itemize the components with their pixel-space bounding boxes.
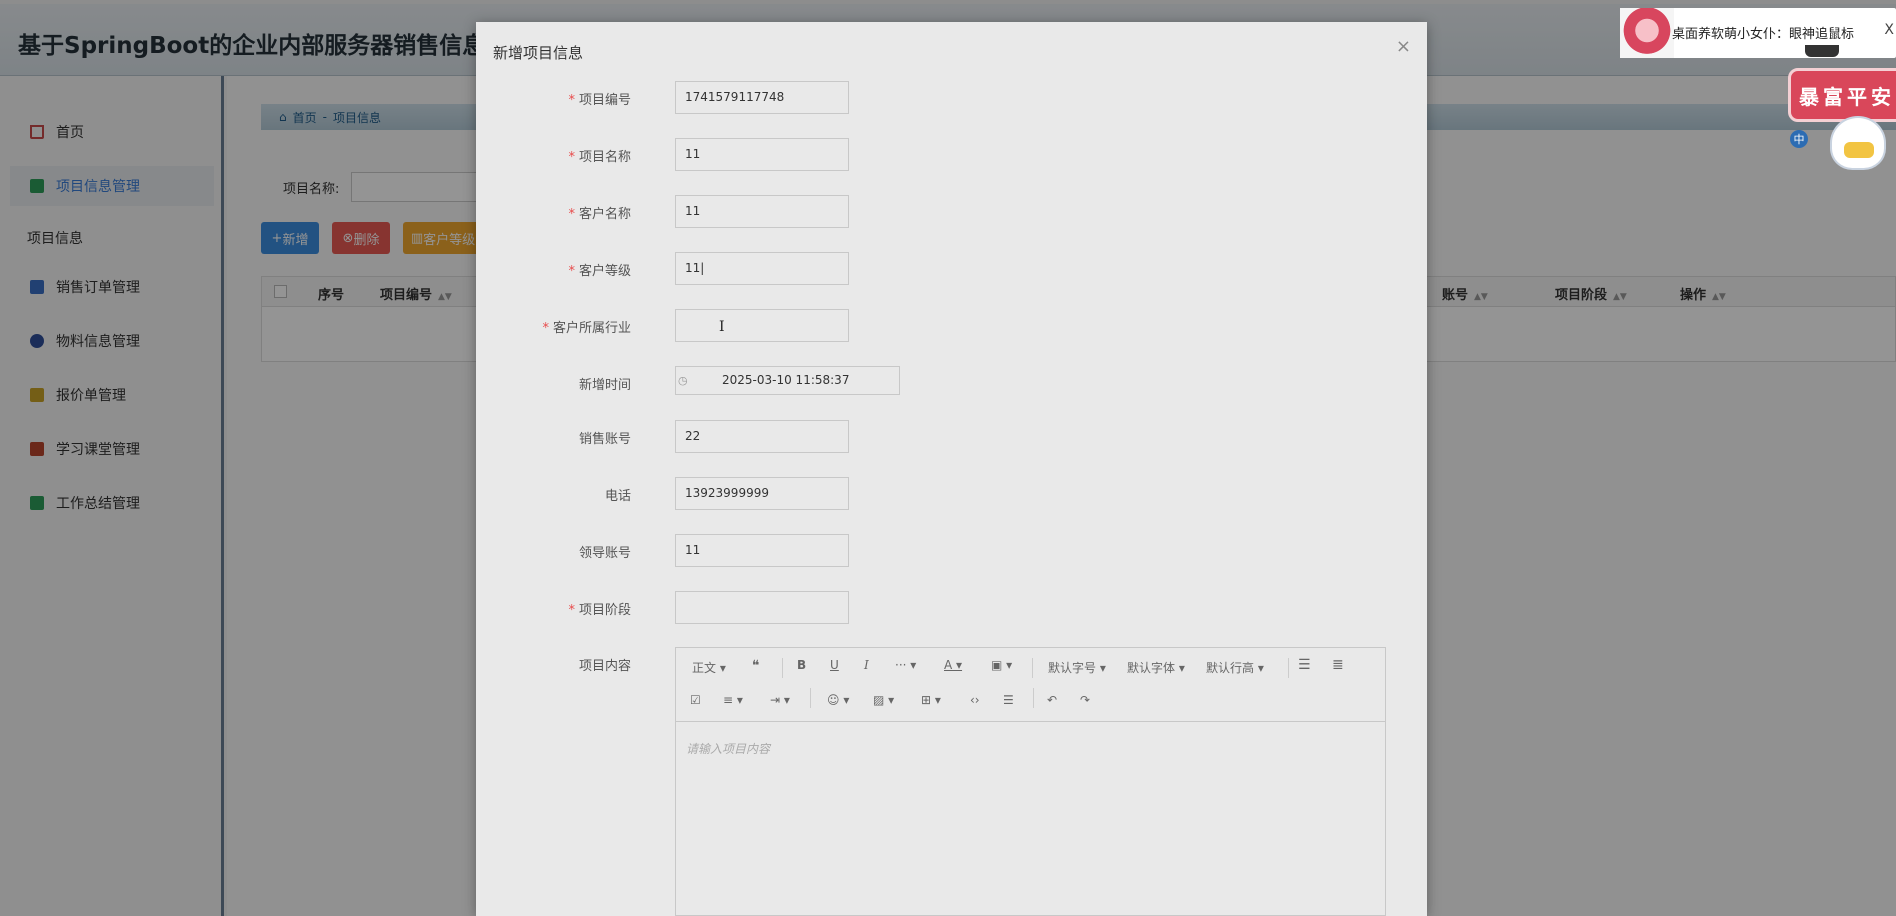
toolbar-divider (1033, 688, 1034, 708)
text-cursor-icon: I (719, 319, 725, 335)
desktop-pet-banner[interactable]: 桌面养软萌小女仆：眼神追鼠标 X (1620, 8, 1896, 58)
project-code-input[interactable]: 1741579117748 (675, 81, 849, 114)
sticker-sign: 暴富平安 (1788, 68, 1896, 122)
underline-icon[interactable]: U (830, 658, 839, 672)
form-row-leader-account: 领导账号 11 (476, 534, 1427, 568)
created-time-picker[interactable]: ◷ 2025-03-10 11:58:37 (675, 366, 900, 395)
add-project-dialog: 新增项目信息 × * 项目编号 1741579117748 * 项目名称 11 * 客… (476, 22, 1427, 916)
paragraph-format-dropdown[interactable]: 正文 ▾ (692, 659, 726, 676)
form-row-customer-name: * 客户名称 11 (476, 195, 1427, 229)
pet-handle (1805, 45, 1839, 57)
field-label: * 客户名称 (568, 207, 631, 222)
form-row-project-stage: * 项目阶段 (476, 591, 1427, 625)
field-label: 新增时间 (578, 378, 631, 393)
background-color-icon[interactable]: ▣ ▾ (991, 658, 1012, 672)
customer-name-input[interactable]: 11 (675, 195, 849, 228)
sticker-badge: 中 (1790, 130, 1808, 148)
phone-input[interactable]: 13923999999 (675, 477, 849, 510)
close-icon[interactable]: × (1396, 36, 1411, 57)
project-stage-input[interactable] (675, 591, 849, 624)
bold-icon[interactable]: B (797, 658, 806, 672)
created-time-value: 2025-03-10 11:58:37 (722, 373, 850, 387)
field-label: * 客户等级 (568, 264, 631, 279)
field-label: 电话 (604, 489, 631, 504)
form-row-phone: 电话 13923999999 (476, 477, 1427, 511)
dialog-title: 新增项目信息 (493, 44, 584, 62)
clock-icon: ◷ (678, 374, 688, 387)
more-format-icon[interactable]: ··· ▾ (895, 658, 916, 672)
font-color-icon[interactable]: A ▾ (944, 658, 962, 672)
close-icon[interactable]: X (1884, 22, 1894, 38)
form-row-customer-industry: * 客户所属行业 I (476, 309, 1427, 343)
pet-avatar (1620, 8, 1674, 58)
lucky-cat-sticker[interactable]: 暴富平安 中 (1788, 66, 1896, 170)
editor-placeholder[interactable]: 请输入项目内容 (686, 740, 770, 757)
divider-line-icon[interactable]: ☰ (1003, 693, 1014, 707)
todo-icon[interactable]: ☑ (690, 693, 701, 707)
quote-icon[interactable]: ❝ (752, 658, 760, 674)
cat-icon (1830, 116, 1886, 170)
emoji-icon[interactable]: ☺ ▾ (827, 693, 849, 707)
form-row-created-time: 新增时间 ◷ 2025-03-10 11:58:37 (476, 366, 1427, 400)
field-label: 领导账号 (578, 546, 631, 561)
form-row-project-code: * 项目编号 1741579117748 (476, 81, 1427, 115)
pet-banner-text: 桌面养软萌小女仆：眼神追鼠标 (1672, 27, 1855, 42)
code-icon[interactable]: ‹› (970, 693, 980, 707)
form-row-sales-account: 销售账号 22 (476, 420, 1427, 454)
project-content-editor: 正文 ▾ ❝ B U I ··· ▾ A ▾ ▣ ▾ 默认字号 ▾ 默认字体 ▾… (675, 647, 1386, 916)
toolbar-divider (1288, 658, 1289, 678)
image-icon[interactable]: ▨ ▾ (873, 693, 894, 707)
sales-account-input[interactable]: 22 (675, 420, 849, 453)
toolbar-divider (782, 658, 783, 678)
undo-icon[interactable]: ↶ (1047, 693, 1057, 707)
indent-icon[interactable]: ⇥ ▾ (770, 693, 790, 707)
editor-toolbar: 正文 ▾ ❝ B U I ··· ▾ A ▾ ▣ ▾ 默认字号 ▾ 默认字体 ▾… (676, 648, 1385, 722)
font-size-dropdown[interactable]: 默认字号 ▾ (1048, 659, 1106, 676)
form-row-customer-level: * 客户等级 11| (476, 252, 1427, 286)
table-insert-icon[interactable]: ⊞ ▾ (921, 693, 941, 707)
field-label: * 客户所属行业 (542, 321, 631, 336)
align-icon[interactable]: ≡ ▾ (723, 693, 743, 707)
project-name-input[interactable]: 11 (675, 138, 849, 171)
field-label: 项目内容 (578, 659, 631, 674)
field-label: * 项目名称 (568, 150, 631, 165)
field-label: 销售账号 (578, 432, 631, 447)
leader-account-input[interactable]: 11 (675, 534, 849, 567)
numbered-list-icon[interactable]: ≣ (1332, 657, 1344, 673)
customer-industry-input[interactable] (675, 309, 849, 342)
customer-level-input[interactable]: 11| (675, 252, 849, 285)
line-height-dropdown[interactable]: 默认行高 ▾ (1206, 659, 1264, 676)
field-label: * 项目阶段 (568, 603, 631, 618)
italic-icon[interactable]: I (864, 658, 869, 672)
toolbar-divider (1032, 658, 1033, 678)
bullet-list-icon[interactable]: ☰ (1298, 657, 1311, 673)
field-label: * 项目编号 (568, 93, 631, 108)
font-family-dropdown[interactable]: 默认字体 ▾ (1127, 659, 1185, 676)
toolbar-divider (810, 688, 811, 708)
redo-icon[interactable]: ↷ (1080, 693, 1090, 707)
form-row-project-name: * 项目名称 11 (476, 138, 1427, 172)
